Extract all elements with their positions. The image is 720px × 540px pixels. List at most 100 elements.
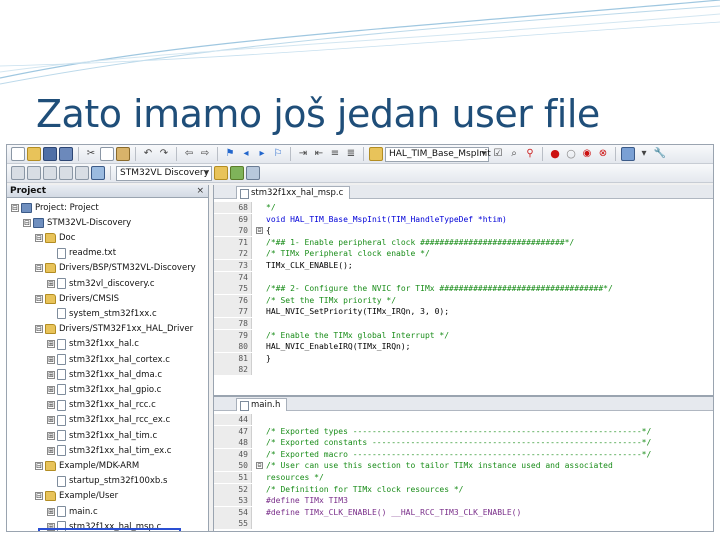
code-line[interactable]: 78 xyxy=(214,318,713,329)
find-in-files-icon[interactable] xyxy=(369,147,383,161)
next-bookmark-icon[interactable]: ▸ xyxy=(255,147,269,161)
expand-icon[interactable]: ⊞ xyxy=(47,446,55,455)
manage-components-icon[interactable] xyxy=(230,166,244,180)
code-line[interactable]: 79 /* Enable the TIMx global Interrupt *… xyxy=(214,329,713,341)
fold-icon[interactable]: ⊟ xyxy=(256,462,263,470)
tree-item[interactable]: ⊞ stm32f1xx_hal_rcc.c xyxy=(47,398,156,413)
undo-icon[interactable]: ↶ xyxy=(141,147,155,161)
comment-icon[interactable]: ≡ xyxy=(328,147,342,161)
tree-item[interactable]: ⊟ Project: Project xyxy=(11,200,99,215)
code-line[interactable]: 71 /*## 1- Enable peripheral clock #####… xyxy=(214,236,713,248)
paste-icon[interactable] xyxy=(116,147,130,161)
tree-item[interactable]: ⊞ main.c xyxy=(47,504,98,519)
tree-item[interactable]: ⊟ Drivers/STM32F1xx_HAL_Driver xyxy=(35,322,193,337)
collapse-icon[interactable]: ⊟ xyxy=(35,325,43,334)
code-line[interactable]: 55 xyxy=(214,518,713,530)
fold-icon[interactable]: ⊟ xyxy=(256,227,263,235)
enable-breakpoint-icon[interactable]: ○ xyxy=(564,147,578,161)
code-line[interactable]: 50 ⊟/* User can use this section to tailo… xyxy=(214,460,713,472)
target-options-icon[interactable] xyxy=(214,166,228,180)
save-icon[interactable] xyxy=(43,147,57,161)
code-line[interactable]: 77 HAL_NVIC_SetPriority(TIMx_IRQn, 3, 0)… xyxy=(214,306,713,318)
stop-build-icon[interactable] xyxy=(75,166,89,180)
expand-icon[interactable]: ⊞ xyxy=(47,355,55,364)
tree-item[interactable]: system_stm32f1xx.c xyxy=(47,306,157,321)
tree-item[interactable]: ⊟ Example/MDK-ARM xyxy=(35,458,139,473)
indent-icon[interactable]: ⇥ xyxy=(296,147,310,161)
code-line[interactable]: 47 /* Exported types --------------------… xyxy=(214,425,713,437)
configure-icon[interactable]: 🔧 xyxy=(653,147,667,161)
bookmark-icon[interactable]: ⚑ xyxy=(223,147,237,161)
collapse-icon[interactable]: ⊟ xyxy=(23,218,31,227)
redo-icon[interactable]: ↷ xyxy=(157,147,171,161)
code-line[interactable]: 70 ⊟{ xyxy=(214,225,713,237)
code-line[interactable]: 49 /* Exported macro --------------------… xyxy=(214,448,713,460)
code-line[interactable]: 54 #define TIMx_CLK_ENABLE() __HAL_RCC_TI… xyxy=(214,506,713,518)
collapse-icon[interactable]: ⊟ xyxy=(35,294,43,303)
target-combo[interactable]: STM32VL Discovery xyxy=(116,165,212,181)
code-line[interactable]: 75 /*## 2- Configure the NVIC for TIMx #… xyxy=(214,283,713,295)
new-file-icon[interactable] xyxy=(11,147,25,161)
collapse-icon[interactable]: ⊟ xyxy=(35,264,43,273)
kill-breakpoints-icon[interactable]: ⊗ xyxy=(596,147,610,161)
code-line[interactable]: 80 HAL_NVIC_EnableIRQ(TIMx_IRQn); xyxy=(214,341,713,353)
navigate-forward-icon[interactable]: ⇨ xyxy=(198,147,212,161)
tree-item[interactable]: readme.txt xyxy=(47,246,116,261)
expand-icon[interactable]: ⊞ xyxy=(47,401,55,410)
incremental-find-icon[interactable]: ⌕ xyxy=(507,147,521,161)
tree-item[interactable]: ⊞ stm32f1xx_hal_tim_ex.c xyxy=(47,443,172,458)
build-icon[interactable] xyxy=(27,166,41,180)
tree-item[interactable]: ⊟ Drivers/BSP/STM32VL-Discovery xyxy=(35,261,196,276)
code-line[interactable]: 48 /* Exported constants ----------------… xyxy=(214,437,713,449)
find-icon[interactable]: ☑ xyxy=(491,147,505,161)
packs-icon[interactable] xyxy=(246,166,260,180)
code-line[interactable]: 81} xyxy=(214,352,713,364)
expand-icon[interactable]: ⊞ xyxy=(47,385,55,394)
code-line[interactable]: 82 xyxy=(214,364,713,376)
tree-item[interactable]: ⊟ Drivers/CMSIS xyxy=(35,291,119,306)
copy-icon[interactable] xyxy=(100,147,114,161)
debug-session-icon[interactable]: ⚲ xyxy=(523,147,537,161)
expand-icon[interactable]: ⊞ xyxy=(47,431,55,440)
tree-item[interactable]: ⊞ stm32f1xx_hal.c xyxy=(47,337,139,352)
window-layout-dropdown-icon[interactable]: ▾ xyxy=(637,147,651,161)
expand-icon[interactable]: ⊞ xyxy=(47,507,55,516)
collapse-icon[interactable]: ⊟ xyxy=(35,461,43,470)
collapse-icon[interactable]: ⊟ xyxy=(11,203,19,212)
code-line[interactable]: 69 void HAL_TIM_Base_MspInit(TIM_HandleTy… xyxy=(214,213,713,225)
code-line[interactable]: 73 TIMx_CLK_ENABLE(); xyxy=(214,260,713,271)
code-line[interactable]: 53 #define TIMx TIM3 xyxy=(214,495,713,507)
collapse-icon[interactable]: ⊟ xyxy=(35,492,43,501)
tab-main-h[interactable]: main.h xyxy=(236,398,288,411)
tree-item[interactable]: ⊞ stm32vl_discovery.c xyxy=(47,276,155,291)
tree-item[interactable]: ⊞ stm32f1xx_hal_tim.c xyxy=(47,428,157,443)
expand-icon[interactable]: ⊞ xyxy=(47,416,55,425)
download-icon[interactable] xyxy=(91,166,105,180)
code-line[interactable]: 51 resources */ xyxy=(214,472,713,483)
clear-bookmarks-icon[interactable]: ⚐ xyxy=(271,147,285,161)
navigate-back-icon[interactable]: ⇦ xyxy=(182,147,196,161)
expand-icon[interactable]: ⊞ xyxy=(47,370,55,379)
code-line[interactable]: 52 /* Definition for TIMx clock resources… xyxy=(214,483,713,495)
unindent-icon[interactable]: ⇤ xyxy=(312,147,326,161)
tab-stm32f1xx-hal-msp[interactable]: stm32f1xx_hal_msp.c xyxy=(236,186,351,199)
tree-item[interactable]: startup_stm32f100xb.s xyxy=(47,474,167,489)
code-line[interactable]: 44 xyxy=(214,414,713,425)
tree-item[interactable]: ⊞ stm32f1xx_hal_dma.c xyxy=(47,367,162,382)
code-line[interactable]: 68 */ xyxy=(214,202,713,213)
tree-item[interactable]: ⊞ stm32f1xx_hal_cortex.c xyxy=(47,352,170,367)
tree-item[interactable]: ⊞ stm32f1xx_hal_gpio.c xyxy=(47,382,161,397)
breakpoint-icon[interactable]: ● xyxy=(548,147,562,161)
tree-item[interactable]: ⊞ stm32f1xx_hal_rcc_ex.c xyxy=(47,413,170,428)
close-panel-icon[interactable]: × xyxy=(196,185,204,197)
batch-build-icon[interactable] xyxy=(59,166,73,180)
collapse-icon[interactable]: ⊟ xyxy=(35,233,43,242)
function-combo[interactable]: HAL_TIM_Base_MspInit xyxy=(385,146,491,162)
cut-icon[interactable]: ✂ xyxy=(84,147,98,161)
disable-breakpoints-icon[interactable]: ◉ xyxy=(580,147,594,161)
code-line[interactable]: 74 xyxy=(214,271,713,283)
uncomment-icon[interactable]: ≣ xyxy=(344,147,358,161)
tree-item[interactable]: ⊟ STM32VL-Discovery xyxy=(23,215,131,230)
open-folder-icon[interactable] xyxy=(27,147,41,161)
rebuild-icon[interactable] xyxy=(43,166,57,180)
